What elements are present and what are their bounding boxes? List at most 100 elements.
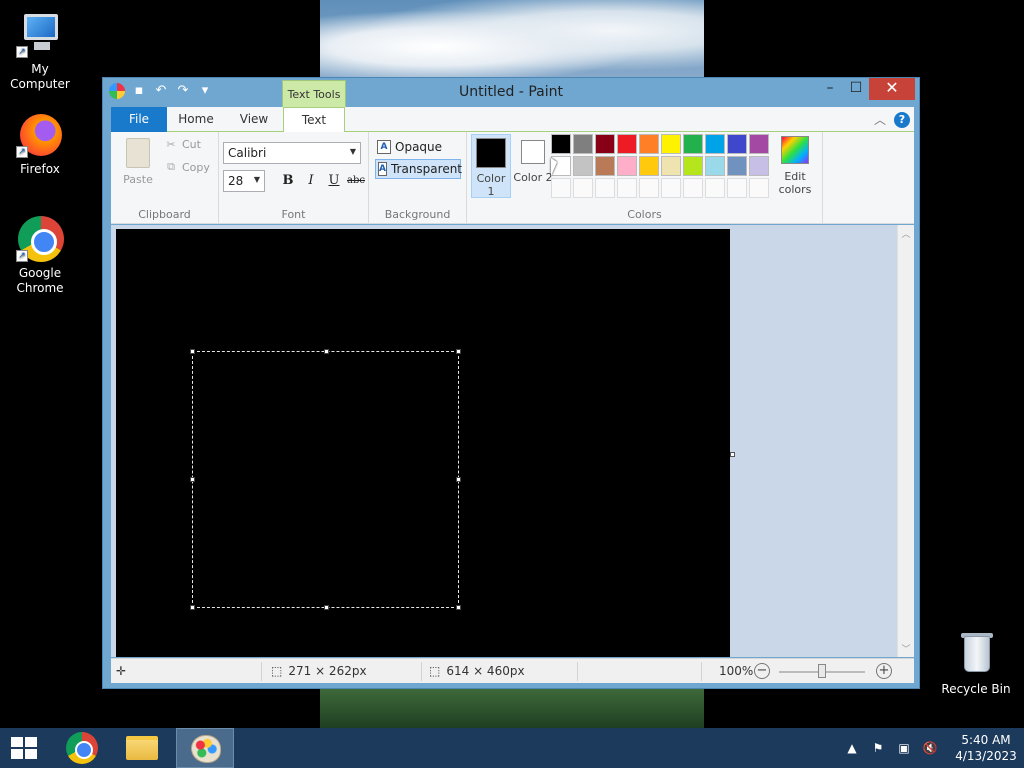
resize-handle[interactable]	[456, 477, 461, 482]
color-1-button[interactable]: Color 1	[471, 134, 511, 198]
resize-handle[interactable]	[456, 349, 461, 354]
clock[interactable]: 5:40 AM 4/13/2023	[948, 732, 1024, 764]
resize-handle[interactable]	[456, 605, 461, 610]
resize-handle[interactable]	[324, 349, 329, 354]
collapse-ribbon-icon[interactable]: ︿	[874, 111, 886, 128]
tab-view[interactable]: View	[225, 107, 283, 132]
color-2-button[interactable]: Color 2	[513, 134, 553, 198]
window-title: Untitled - Paint	[459, 84, 563, 100]
palette-color-swatch[interactable]	[705, 156, 725, 176]
canvas-size-icon: ⬚	[429, 664, 441, 678]
desktop-icon-chrome[interactable]: ↗ Google Chrome	[0, 214, 80, 296]
text-box-selection[interactable]	[190, 349, 461, 610]
edit-colors-button[interactable]: Edit colors	[773, 134, 817, 196]
taskbar-chrome[interactable]	[52, 728, 110, 768]
drawing-canvas[interactable]	[116, 229, 730, 657]
desktop-icon-firefox[interactable]: ↗ Firefox	[0, 110, 80, 177]
canvas-size-text: 614 × 460px	[446, 664, 525, 678]
palette-color-swatch[interactable]	[617, 156, 637, 176]
taskbar-paint[interactable]	[176, 728, 234, 768]
italic-button[interactable]: I	[302, 172, 320, 190]
zoom-in-button[interactable]: +	[876, 663, 892, 679]
custom-color-slot[interactable]	[749, 178, 769, 198]
palette-color-swatch[interactable]	[595, 134, 615, 154]
opaque-label: Opaque	[395, 140, 443, 154]
custom-color-slot[interactable]	[661, 178, 681, 198]
maximize-button[interactable]: ☐	[841, 78, 871, 100]
palette-color-swatch[interactable]	[573, 134, 593, 154]
desktop-icon-my-computer[interactable]: ↗ My Computer	[0, 10, 80, 92]
network-icon[interactable]: ▣	[894, 741, 914, 755]
wallpaper-bottom	[320, 688, 704, 728]
palette-color-swatch[interactable]	[617, 134, 637, 154]
close-button[interactable]: ✕	[869, 78, 915, 100]
resize-handle[interactable]	[324, 605, 329, 610]
clock-time: 5:40 AM	[961, 733, 1011, 747]
palette-color-swatch[interactable]	[595, 156, 615, 176]
zoom-slider-thumb[interactable]	[818, 664, 826, 678]
title-bar: ▪ ↶ ↷ ▾ Text Tools Untitled - Paint – ☐ …	[103, 78, 919, 108]
custom-color-slot[interactable]	[639, 178, 659, 198]
firefox-icon: ↗	[16, 110, 64, 158]
color-2-label: Color 2	[513, 171, 553, 184]
tab-text[interactable]: Text	[283, 107, 345, 133]
palette-color-swatch[interactable]	[705, 134, 725, 154]
palette-color-swatch[interactable]	[639, 134, 659, 154]
palette-color-swatch[interactable]	[639, 156, 659, 176]
transparent-button[interactable]: A Transparent	[375, 159, 462, 179]
color-spectrum-icon	[781, 136, 809, 164]
scroll-up-icon[interactable]: ︿	[898, 227, 914, 240]
resize-handle[interactable]	[190, 477, 195, 482]
custom-color-slot[interactable]	[551, 178, 571, 198]
windows-logo-icon	[11, 737, 37, 759]
vertical-scrollbar[interactable]: ︿ ﹀	[897, 225, 914, 657]
show-hidden-icons-icon[interactable]: ▲	[842, 741, 862, 755]
palette-color-swatch[interactable]	[749, 134, 769, 154]
canvas-resize-handle[interactable]	[730, 452, 735, 457]
cut-button[interactable]: ✂ Cut	[165, 138, 201, 151]
mouse-cursor	[551, 158, 557, 176]
paste-button[interactable]: Paste	[119, 138, 157, 186]
tab-home[interactable]: Home	[167, 107, 225, 132]
custom-color-slot[interactable]	[705, 178, 725, 198]
resize-handle[interactable]	[190, 605, 195, 610]
resize-handle[interactable]	[190, 349, 195, 354]
palette-color-swatch[interactable]	[661, 156, 681, 176]
palette-color-swatch[interactable]	[573, 156, 593, 176]
underline-button[interactable]: U	[325, 172, 343, 190]
selection-size: ⬚ 271 × 262px	[271, 664, 367, 678]
tab-file[interactable]: File	[111, 107, 167, 132]
start-button[interactable]	[0, 728, 58, 768]
font-family-select[interactable]: Calibri ▼	[223, 142, 361, 164]
taskbar-file-explorer[interactable]	[113, 728, 171, 768]
palette-color-swatch[interactable]	[727, 156, 747, 176]
ribbon: Paste ✂ Cut ⧉ Copy Clipboard Calibri ▼ 2…	[111, 132, 914, 224]
custom-color-slot[interactable]	[617, 178, 637, 198]
palette-color-swatch[interactable]	[727, 134, 747, 154]
copy-button[interactable]: ⧉ Copy	[165, 160, 210, 174]
transparent-icon: A	[378, 162, 387, 176]
palette-color-swatch[interactable]	[683, 134, 703, 154]
copy-label: Copy	[182, 160, 210, 174]
palette-color-swatch[interactable]	[661, 134, 681, 154]
custom-color-slot[interactable]	[595, 178, 615, 198]
help-icon[interactable]: ?	[894, 111, 910, 128]
strikethrough-button[interactable]: abc	[345, 172, 367, 190]
scroll-down-icon[interactable]: ﹀	[898, 642, 914, 655]
bold-button[interactable]: B	[279, 172, 297, 190]
action-center-flag-icon[interactable]: ⚑	[868, 741, 888, 755]
zoom-out-button[interactable]: −	[754, 663, 770, 679]
chrome-icon: ↗	[16, 214, 64, 262]
opaque-button[interactable]: A Opaque	[375, 137, 461, 157]
paste-icon	[126, 138, 150, 168]
paint-palette-icon	[191, 735, 221, 763]
palette-color-swatch[interactable]	[683, 156, 703, 176]
custom-color-slot[interactable]	[683, 178, 703, 198]
palette-color-swatch[interactable]	[551, 134, 571, 154]
palette-color-swatch[interactable]	[749, 156, 769, 176]
desktop-icon-recycle-bin[interactable]: Recycle Bin	[936, 630, 1016, 697]
custom-color-slot[interactable]	[727, 178, 747, 198]
volume-muted-icon[interactable]: 🔇	[920, 741, 940, 755]
font-size-select[interactable]: 28 ▼	[223, 170, 265, 192]
custom-color-slot[interactable]	[573, 178, 593, 198]
